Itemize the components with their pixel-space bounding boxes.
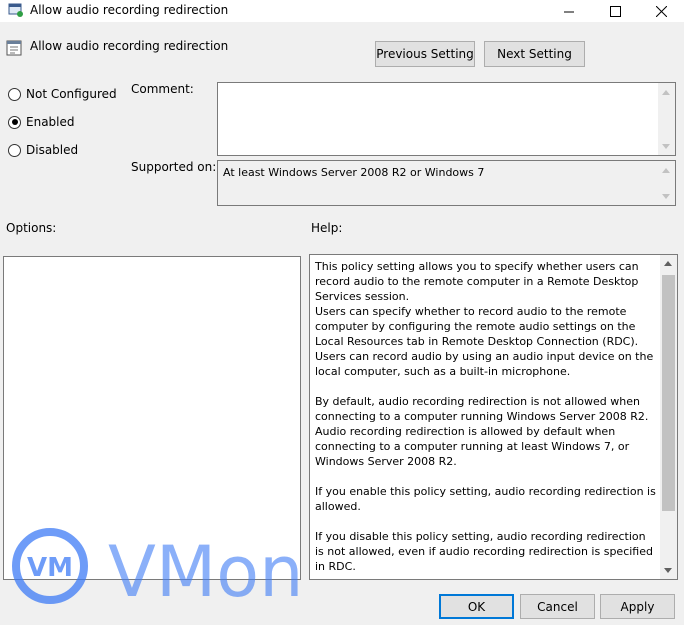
help-scroll-thumb[interactable] xyxy=(662,275,675,511)
scroll-up-icon[interactable] xyxy=(664,261,672,266)
help-paragraph: If you enable this policy setting, audio… xyxy=(315,485,656,513)
apply-button[interactable]: Apply xyxy=(600,594,675,619)
radio-disabled[interactable]: Disabled xyxy=(8,141,78,159)
policy-app-icon xyxy=(8,3,23,17)
watermark-text: VMon xyxy=(108,531,303,608)
help-text: This policy setting allows you to specif… xyxy=(315,259,657,579)
radio-enabled[interactable]: Enabled xyxy=(8,113,75,131)
cancel-button[interactable]: Cancel xyxy=(520,594,595,619)
previous-setting-button[interactable]: Previous Setting xyxy=(375,41,475,67)
comment-textarea[interactable] xyxy=(217,82,676,156)
radio-not-configured[interactable]: Not Configured xyxy=(8,85,117,103)
vmon-watermark-logo: VM VMon xyxy=(12,528,303,608)
help-scrollbar[interactable] xyxy=(660,255,677,579)
policy-name: Allow audio recording redirection xyxy=(30,39,229,53)
radio-label: Disabled xyxy=(26,143,79,157)
window-title: Allow audio recording redirection xyxy=(30,3,229,17)
ok-button[interactable]: OK xyxy=(439,594,514,619)
help-paragraph: This policy setting allows you to specif… xyxy=(315,260,639,303)
scroll-down-icon[interactable] xyxy=(664,568,672,573)
close-icon xyxy=(655,5,667,17)
supported-scrollbar[interactable] xyxy=(658,161,675,205)
watermark-badge: VM xyxy=(27,553,73,583)
title-bar: Allow audio recording redirection xyxy=(0,0,684,22)
close-button[interactable] xyxy=(638,0,684,22)
radio-label: Not Configured xyxy=(26,87,117,101)
scroll-up-icon[interactable] xyxy=(662,90,670,95)
next-setting-button[interactable]: Next Setting xyxy=(484,41,585,67)
supported-on-field: At least Windows Server 2008 R2 or Windo… xyxy=(217,160,676,206)
radio-circle[interactable] xyxy=(8,115,21,129)
options-label: Options: xyxy=(6,221,57,235)
supported-on-label: Supported on: xyxy=(131,160,217,174)
maximize-icon xyxy=(609,5,621,17)
maximize-button[interactable] xyxy=(592,0,638,22)
help-paragraph: Users can specify whether to record audi… xyxy=(315,305,654,378)
scroll-down-icon[interactable] xyxy=(662,194,670,199)
minimize-icon xyxy=(563,11,574,12)
radio-circle[interactable] xyxy=(8,143,21,157)
comment-scrollbar[interactable] xyxy=(658,83,675,155)
scroll-down-icon[interactable] xyxy=(662,144,670,149)
comment-label: Comment: xyxy=(131,82,194,96)
help-paragraph: By default, audio recording redirection … xyxy=(315,395,649,468)
help-label: Help: xyxy=(311,221,343,235)
help-panel[interactable]: This policy setting allows you to specif… xyxy=(309,254,678,580)
scroll-up-icon[interactable] xyxy=(662,168,670,173)
radio-label: Enabled xyxy=(26,115,75,129)
supported-on-value: At least Windows Server 2008 R2 or Windo… xyxy=(223,166,485,179)
policy-setting-icon xyxy=(6,40,22,56)
radio-circle[interactable] xyxy=(8,87,21,101)
minimize-button[interactable] xyxy=(546,0,592,22)
help-paragraph: If you disable this policy setting, audi… xyxy=(315,530,653,573)
